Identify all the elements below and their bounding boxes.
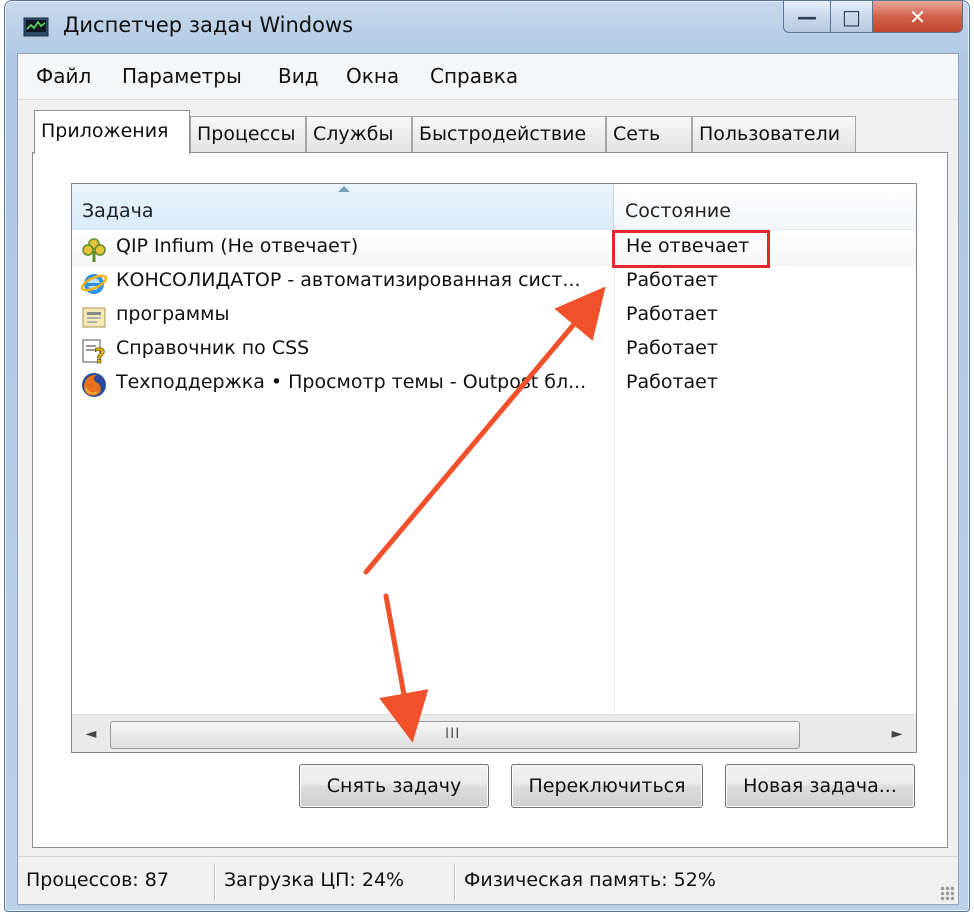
menu-view[interactable]: Вид (278, 64, 319, 88)
list-header: Задача Состояние (72, 184, 916, 230)
column-state[interactable]: Состояние (615, 184, 916, 230)
list-item[interactable]: QIP Infium (Не отвечает) Не отвечает (72, 232, 916, 266)
tab-users[interactable]: Пользователи (692, 116, 856, 152)
task-status: Работает (626, 337, 718, 359)
column-task-label: Задача (82, 200, 154, 222)
list-item[interactable]: Техподдержка • Просмотр темы - Outpost б… (72, 368, 916, 402)
qip-flower-icon (82, 238, 106, 262)
tab-applications[interactable]: Приложения (34, 110, 190, 154)
task-name: программы (116, 303, 230, 325)
caption-buttons: — □ ✕ (783, 1, 963, 35)
not-responding-highlight (612, 230, 770, 268)
minimize-button[interactable]: — (783, 1, 831, 33)
switch-to-button[interactable]: Переключиться (511, 764, 703, 808)
menu-options[interactable]: Параметры (122, 64, 242, 88)
task-manager-window: Диспетчер задач Windows — □ ✕ Файл Парам… (4, 0, 970, 912)
menu-bar: Файл Параметры Вид Окна Справка (18, 54, 958, 100)
task-name: Техподдержка • Просмотр темы - Outpost б… (116, 371, 587, 393)
menu-file[interactable]: Файл (36, 64, 91, 88)
task-status: Работает (626, 371, 718, 393)
status-memory: Физическая память: 52% (464, 869, 716, 891)
status-cpu: Загрузка ЦП: 24% (224, 869, 405, 891)
tab-services[interactable]: Службы (306, 116, 412, 152)
task-manager-icon (23, 17, 49, 37)
scroll-grip-icon: III (445, 726, 461, 742)
tab-performance[interactable]: Быстродействие (412, 116, 606, 152)
tab-strip: Приложения Процессы Службы Быстродействи… (34, 110, 954, 154)
folder-document-icon (82, 307, 106, 328)
column-task[interactable]: Задача (72, 184, 614, 230)
status-bar: Процессов: 87 Загрузка ЦП: 24% Физическа… (18, 856, 958, 904)
task-status: Работает (626, 269, 718, 291)
menu-windows[interactable]: Окна (346, 64, 399, 88)
svg-text:?: ? (94, 344, 106, 365)
list-item[interactable]: ? Справочник по CSS Работает (72, 334, 916, 368)
menu-help[interactable]: Справка (430, 64, 518, 88)
task-name: КОНСОЛИДАТОР - автоматизированная сист..… (116, 269, 581, 291)
resize-grip-icon[interactable] (940, 886, 954, 900)
window-title: Диспетчер задач Windows (63, 13, 354, 37)
maximize-button[interactable]: □ (831, 1, 873, 33)
end-task-button[interactable]: Снять задачу (299, 764, 489, 808)
task-name: Справочник по CSS (116, 337, 310, 359)
task-name: QIP Infium (Не отвечает) (116, 235, 359, 257)
applications-panel: Задача Состояние QIP Infium (Не отвечает… (32, 152, 948, 848)
list-item[interactable]: программы Работает (72, 300, 916, 334)
scroll-right-icon[interactable]: ► (882, 721, 912, 747)
tab-processes[interactable]: Процессы (190, 116, 306, 152)
title-bar[interactable]: Диспетчер задач Windows — □ ✕ (5, 1, 969, 53)
new-task-button[interactable]: Новая задача... (725, 764, 915, 808)
firefox-icon (82, 373, 106, 397)
list-item[interactable]: КОНСОЛИДАТОР - автоматизированная сист..… (72, 266, 916, 300)
horizontal-scrollbar[interactable]: ◄ III ► (72, 714, 916, 752)
scroll-left-icon[interactable]: ◄ (76, 721, 106, 747)
help-document-icon: ? (82, 339, 106, 365)
scroll-thumb[interactable]: III (110, 721, 800, 749)
sort-ascending-icon (338, 186, 350, 192)
tab-network[interactable]: Сеть (606, 116, 692, 152)
close-button[interactable]: ✕ (873, 1, 963, 33)
status-processes: Процессов: 87 (26, 869, 169, 891)
client-area: Файл Параметры Вид Окна Справка Приложен… (17, 53, 959, 905)
internet-explorer-icon (80, 274, 108, 294)
task-status: Работает (626, 303, 718, 325)
task-list[interactable]: Задача Состояние QIP Infium (Не отвечает… (71, 183, 917, 753)
